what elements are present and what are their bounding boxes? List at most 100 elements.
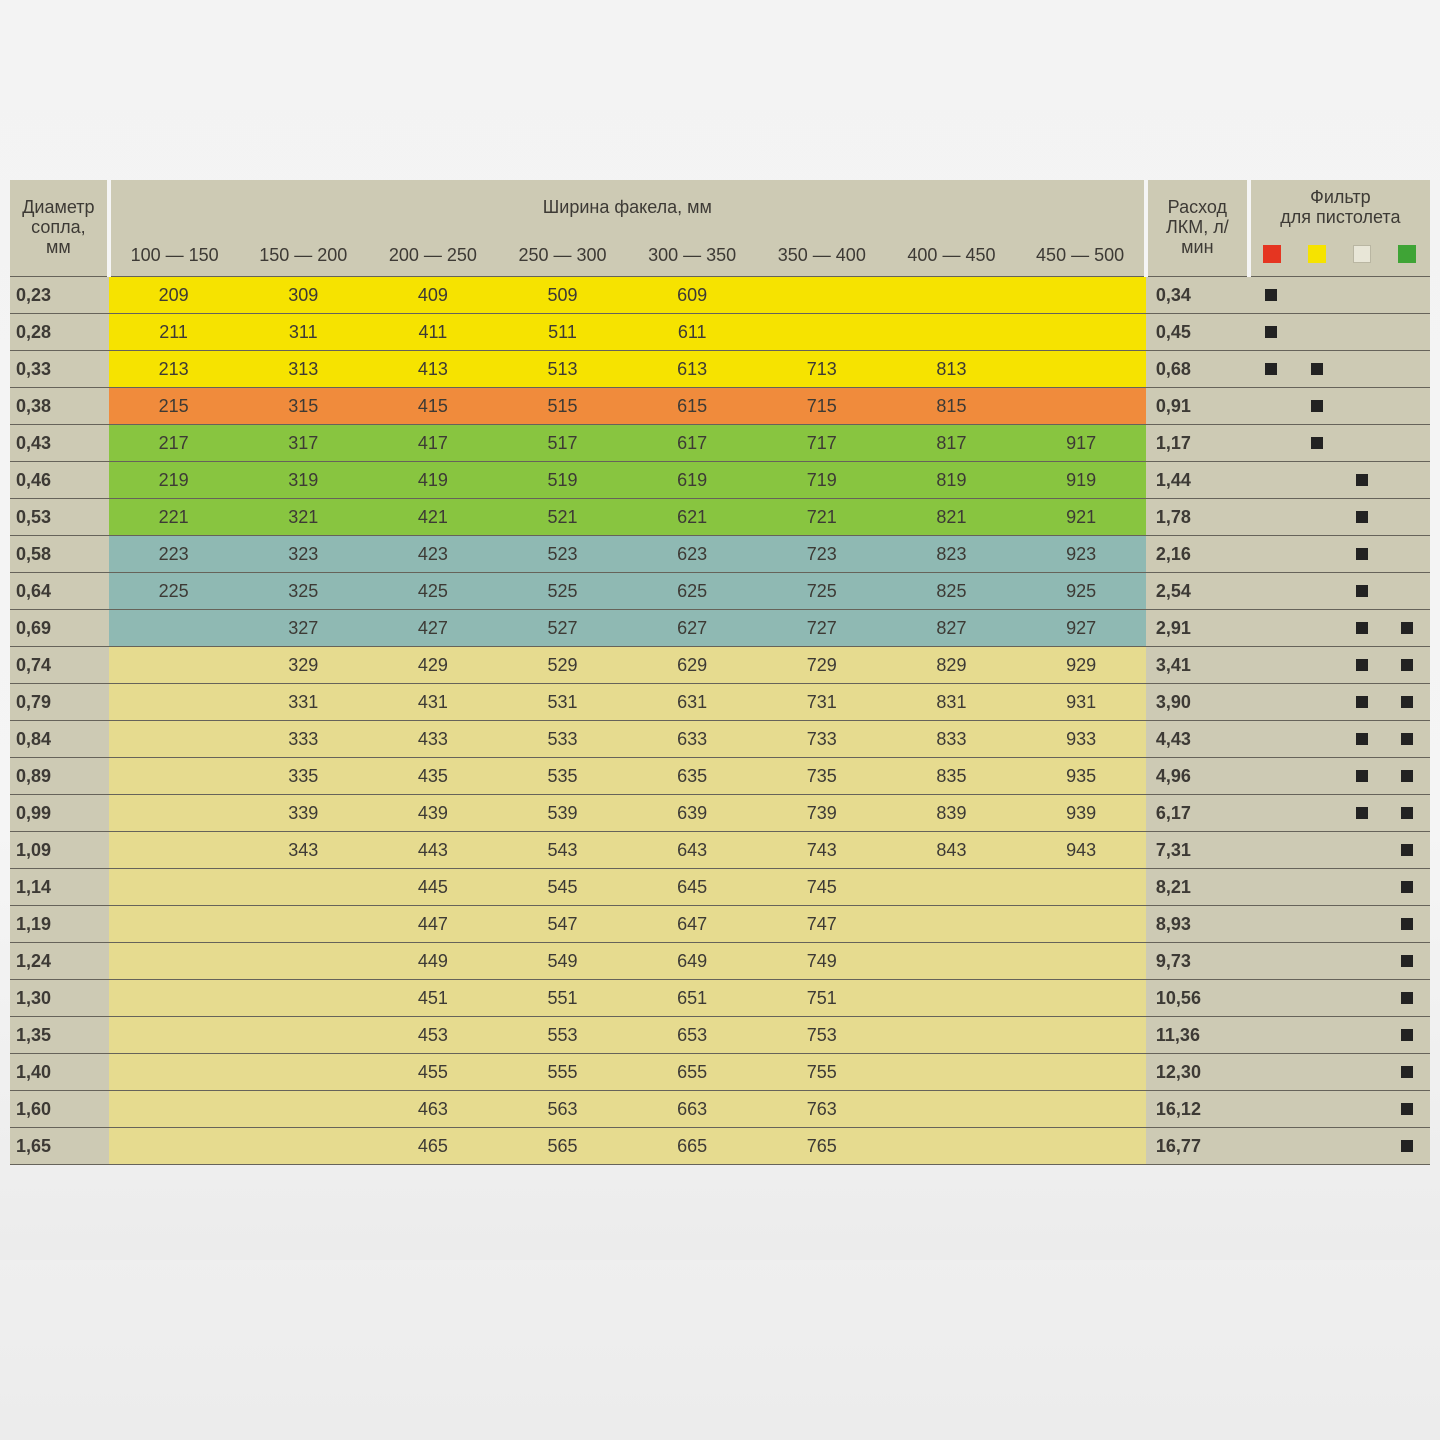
- cell-value: 517: [498, 425, 628, 462]
- cell-value: 333: [238, 721, 368, 758]
- cell-filter: [1339, 684, 1384, 721]
- cell-filter: [1294, 721, 1339, 758]
- nozzle-table: Диаметр сопла, мм Ширина факела, мм Расх…: [10, 180, 1430, 1165]
- filter-mark-icon: [1265, 289, 1277, 301]
- nozzle-table-container: Диаметр сопла, мм Ширина факела, мм Расх…: [0, 180, 1440, 1260]
- cell-value: 639: [627, 795, 757, 832]
- filter-mark-icon: [1311, 363, 1323, 375]
- cell-flow: 8,21: [1146, 869, 1249, 906]
- cell-flow: 12,30: [1146, 1054, 1249, 1091]
- cell-filter: [1249, 1017, 1294, 1054]
- cell-value: [887, 980, 1017, 1017]
- cell-value: 463: [368, 1091, 498, 1128]
- cell-flow: 8,93: [1146, 906, 1249, 943]
- cell-value: 411: [368, 314, 498, 351]
- cell-filter: [1294, 314, 1339, 351]
- filter-mark-icon: [1401, 918, 1413, 930]
- filter-mark-icon: [1356, 511, 1368, 523]
- cell-value: [238, 906, 368, 943]
- cell-filter: [1339, 314, 1384, 351]
- cell-filter: [1385, 758, 1430, 795]
- header-width-col: 200 — 250: [368, 236, 498, 277]
- cell-filter: [1249, 1054, 1294, 1091]
- table-row: 0,382153154155156157158150,91: [10, 388, 1430, 425]
- filter-mark-icon: [1401, 1140, 1413, 1152]
- cell-value: 515: [498, 388, 628, 425]
- table-row: 0,282113114115116110,45: [10, 314, 1430, 351]
- filter-swatch-white: [1339, 236, 1384, 277]
- cell-filter: [1339, 1017, 1384, 1054]
- cell-flow: 16,12: [1146, 1091, 1249, 1128]
- cell-value: 565: [498, 1128, 628, 1165]
- table-row: 0,582233234235236237238239232,16: [10, 536, 1430, 573]
- header-width-col: 150 — 200: [238, 236, 368, 277]
- header-diameter: Диаметр сопла, мм: [10, 180, 109, 277]
- cell-value: 563: [498, 1091, 628, 1128]
- cell-value: 743: [757, 832, 887, 869]
- cell-filter: [1339, 980, 1384, 1017]
- cell-value: [887, 1054, 1017, 1091]
- cell-value: [887, 314, 1017, 351]
- cell-filter: [1385, 462, 1430, 499]
- cell-diameter: 0,69: [10, 610, 109, 647]
- cell-value: 335: [238, 758, 368, 795]
- cell-value: 815: [887, 388, 1017, 425]
- cell-value: [887, 906, 1017, 943]
- cell-filter: [1385, 314, 1430, 351]
- header-width-col: 350 — 400: [757, 236, 887, 277]
- cell-value: [887, 943, 1017, 980]
- cell-filter: [1294, 1017, 1339, 1054]
- cell-value: 831: [887, 684, 1017, 721]
- table-row: 0,332133134135136137138130,68: [10, 351, 1430, 388]
- cell-filter: [1385, 906, 1430, 943]
- filter-mark-icon: [1356, 696, 1368, 708]
- cell-filter: [1294, 906, 1339, 943]
- cell-value: 763: [757, 1091, 887, 1128]
- cell-value: 723: [757, 536, 887, 573]
- cell-diameter: 1,40: [10, 1054, 109, 1091]
- cell-flow: 2,91: [1146, 610, 1249, 647]
- cell-value: 451: [368, 980, 498, 1017]
- cell-filter: [1385, 351, 1430, 388]
- cell-value: 623: [627, 536, 757, 573]
- cell-filter: [1294, 980, 1339, 1017]
- cell-flow: 2,16: [1146, 536, 1249, 573]
- cell-flow: 1,44: [1146, 462, 1249, 499]
- table-row: 0,993394395396397398399396,17: [10, 795, 1430, 832]
- cell-filter: [1385, 980, 1430, 1017]
- cell-filter: [1339, 351, 1384, 388]
- cell-filter: [1339, 1054, 1384, 1091]
- cell-filter: [1294, 573, 1339, 610]
- table-row: 1,244495496497499,73: [10, 943, 1430, 980]
- cell-flow: 7,31: [1146, 832, 1249, 869]
- cell-value: [109, 869, 239, 906]
- cell-value: [1016, 943, 1146, 980]
- cell-flow: 9,73: [1146, 943, 1249, 980]
- cell-value: 625: [627, 573, 757, 610]
- cell-value: [109, 1054, 239, 1091]
- filter-mark-icon: [1265, 363, 1277, 375]
- cell-value: 317: [238, 425, 368, 462]
- cell-diameter: 0,46: [10, 462, 109, 499]
- filter-mark-icon: [1401, 1066, 1413, 1078]
- cell-value: 829: [887, 647, 1017, 684]
- cell-filter: [1294, 795, 1339, 832]
- cell-value: 733: [757, 721, 887, 758]
- cell-value: [887, 277, 1017, 314]
- cell-value: [109, 1017, 239, 1054]
- cell-value: [887, 1017, 1017, 1054]
- cell-value: [109, 647, 239, 684]
- filter-swatch-green: [1385, 236, 1430, 277]
- cell-flow: 16,77: [1146, 1128, 1249, 1165]
- cell-filter: [1339, 721, 1384, 758]
- filter-mark-icon: [1401, 622, 1413, 634]
- cell-filter: [1339, 906, 1384, 943]
- cell-filter: [1294, 536, 1339, 573]
- cell-diameter: 1,24: [10, 943, 109, 980]
- cell-diameter: 0,58: [10, 536, 109, 573]
- cell-value: 745: [757, 869, 887, 906]
- cell-value: 731: [757, 684, 887, 721]
- cell-value: 735: [757, 758, 887, 795]
- cell-value: 923: [1016, 536, 1146, 573]
- cell-value: 535: [498, 758, 628, 795]
